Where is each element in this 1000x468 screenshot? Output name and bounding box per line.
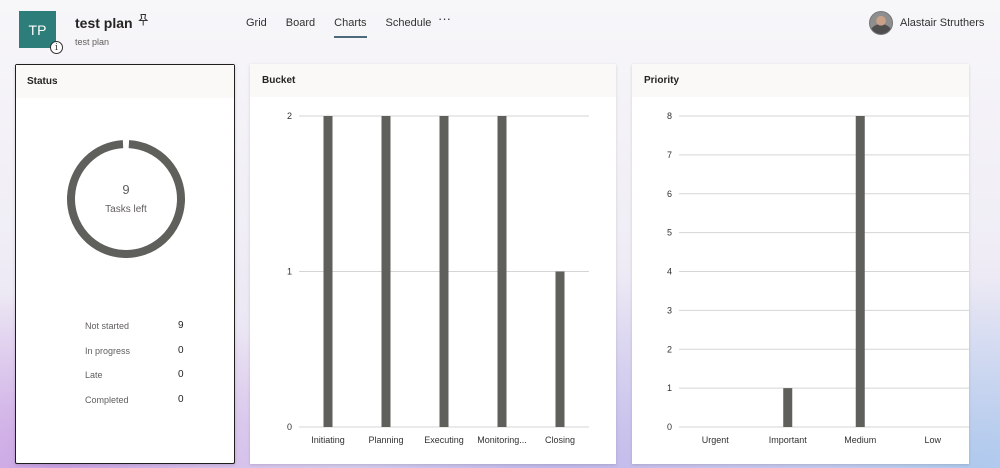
bucket-x-tick-label: Initiating [311,435,345,445]
status-row-in-progress-value: 0 [178,345,184,356]
bucket-x-tick-label: Planning [368,435,403,445]
priority-y-tick-label: 1 [667,383,672,393]
status-row-late-value: 0 [178,369,184,380]
priority-x-tick-label: Urgent [702,435,730,445]
bucket-x-tick-label: Executing [424,435,464,445]
tab-grid[interactable]: Grid [246,17,267,35]
plan-subtitle: test plan [75,37,110,47]
app-header: TP i test plan test plan Grid Board Char… [0,0,1000,58]
bucket-bar[interactable] [497,116,507,427]
status-card-title: Status [16,65,234,98]
plan-initials: TP [28,21,47,38]
donut-ring [67,140,185,258]
user-name[interactable]: Alastair Struthers [900,17,984,29]
bucket-bar[interactable] [381,116,391,427]
priority-bar[interactable] [855,116,865,427]
bucket-y-tick-label: 2 [287,111,292,121]
status-row-in-progress-label: In progress [85,346,131,356]
priority-y-tick-label: 3 [667,305,672,315]
status-card: Status 9 Tasks left Not started 9 In pro… [15,64,235,464]
tab-board[interactable]: Board [286,17,315,35]
bucket-x-tick-label: Closing [545,435,575,445]
priority-chart: 0 1 2 3 4 5 6 7 8 Urgent Important Medium Low [667,111,969,445]
priority-card-title: Priority [632,64,969,97]
more-icon[interactable]: ··· [438,11,451,26]
priority-x-tick-label: Low [924,435,941,445]
view-tabs: Grid Board Charts Schedule [246,17,450,38]
status-row-not-started-value: 9 [178,320,184,331]
priority-y-tick-label: 8 [667,111,672,121]
status-donut[interactable] [64,137,188,261]
bucket-y-tick-label: 0 [287,422,292,432]
status-row-completed-label: Completed [85,395,129,405]
status-row-completed-value: 0 [178,394,184,405]
pin-icon[interactable] [136,13,150,27]
priority-y-tick-label: 7 [667,150,672,160]
avatar[interactable] [869,11,893,35]
plan-title: test plan [75,15,133,31]
status-row-not-started-label: Not started [85,321,130,331]
bucket-bar[interactable] [555,271,565,428]
tab-charts[interactable]: Charts [334,17,367,38]
bucket-chart: 0 1 2 Initiating Planning Executing Monitoring… [287,111,589,445]
tasks-left-count: 9 [122,182,130,197]
bucket-x-tick-label: Monitoring... [477,435,527,445]
priority-card: Priority 0 1 2 3 4 5 6 7 8 Urgent Important Medium L… [632,64,969,464]
tasks-left-label: Tasks left [105,204,147,215]
priority-y-tick-label: 5 [667,228,672,238]
priority-bar[interactable] [783,388,793,427]
info-icon[interactable]: i [50,41,63,54]
priority-x-tick-label: Medium [844,435,876,445]
bucket-card-title: Bucket [250,64,616,97]
priority-y-tick-label: 0 [667,422,672,432]
bucket-bar[interactable] [323,116,333,427]
priority-y-tick-label: 2 [667,344,672,354]
status-row-late-label: Late [85,370,103,380]
priority-x-tick-label: Important [769,435,808,445]
tab-schedule[interactable]: Schedule [386,17,432,35]
bucket-y-tick-label: 1 [287,267,292,277]
bucket-card: Bucket 0 1 2 Initiating Planning Executing Mon… [250,64,616,464]
bucket-bar[interactable] [439,116,449,427]
priority-y-tick-label: 6 [667,189,672,199]
priority-y-tick-label: 4 [667,267,672,277]
